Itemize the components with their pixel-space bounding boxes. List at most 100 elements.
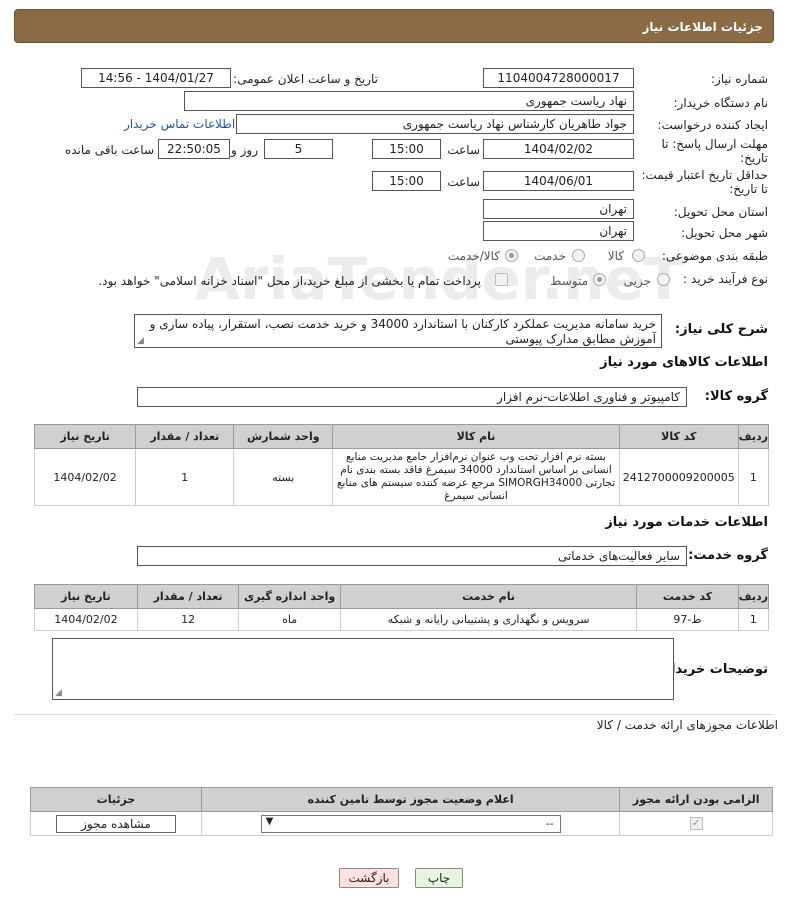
- province-field: تهران: [483, 199, 634, 219]
- treasury-checkbox[interactable]: [495, 273, 508, 286]
- price-validity-time-field: 15:00: [372, 171, 441, 191]
- remaining-time-field: 22:50:05: [158, 139, 230, 159]
- city-field: تهران: [483, 221, 634, 241]
- buyer-org-field: نهاد ریاست جمهوری: [184, 91, 634, 111]
- requester-field: جواد طاهریان کارشناس نهاد ریاست جمهوری: [236, 114, 634, 134]
- table-row: 1 2412700009200005 بسته نرم افزار تحت وب…: [33, 448, 770, 506]
- licenses-col-status: اعلام وضعیت مجوز توسط تامین کننده: [200, 787, 621, 812]
- table-row: 1 ط-97 سرویس و نگهداری و پشتیبانی رایانه…: [34, 608, 770, 631]
- licenses-required-cell: ✓: [619, 811, 773, 836]
- process-radio-minor[interactable]: [657, 273, 670, 286]
- services-col-qty: تعداد / مقدار: [136, 584, 240, 609]
- goods-cell-name: بسته نرم افزار تحت وب عنوان نرم‌افزار جا…: [332, 448, 620, 506]
- licenses-status-cell: -- ▼: [200, 811, 621, 836]
- need-number-label: شماره نیاز:: [711, 72, 768, 86]
- services-cell-name: سرویس و نگهداری و پشتیبانی رایانه و شبکه: [339, 608, 638, 631]
- services-section-title: اطلاعات خدمات مورد نیاز: [605, 515, 768, 530]
- goods-col-date: تاریخ نیاز: [33, 424, 137, 449]
- services-col-date: تاریخ نیاز: [34, 584, 138, 609]
- category-label: طبقه بندی موضوعی:: [661, 249, 768, 263]
- description-label: شرح کلی نیاز:: [674, 322, 768, 337]
- price-validity-time-label: ساعت: [447, 175, 480, 189]
- description-text: خرید سامانه مدیریت عملکرد کارکنان با است…: [149, 317, 656, 346]
- reply-deadline-label-2: تاریخ:: [740, 151, 768, 165]
- buyer-notes-label: توضیحات خریدار:: [658, 662, 768, 677]
- license-status-select[interactable]: -- ▼: [260, 814, 561, 833]
- reply-deadline-label: مهلت ارسال پاسخ: تا: [661, 137, 768, 151]
- category-option-service: خدمت: [534, 249, 566, 263]
- goods-cell-qty: 1: [135, 448, 235, 506]
- goods-cell-date: 1404/02/02: [33, 448, 137, 506]
- city-label: شهر محل تحویل:: [681, 226, 768, 240]
- goods-cell-code: 2412700009200005: [618, 448, 739, 506]
- price-validity-date-field: 1404/06/01: [483, 171, 634, 191]
- province-label: استان محل تحویل:: [673, 205, 768, 219]
- services-col-row: ردیف: [737, 584, 770, 609]
- process-option-minor: جزیی: [623, 274, 651, 288]
- check-icon: ✓: [689, 817, 703, 831]
- licenses-col-details: جزئیات: [30, 787, 202, 812]
- goods-table-header: ردیف کد کالا نام کالا واحد شمارش تعداد /…: [33, 424, 770, 449]
- print-button[interactable]: چاپ: [415, 868, 463, 888]
- buyer-contact-link[interactable]: اطلاعات تماس خریدار: [124, 117, 235, 131]
- announce-datetime-label: تاریخ و ساعت اعلان عمومی:: [233, 72, 378, 86]
- services-col-unit: واحد اندازه گیری: [238, 584, 341, 609]
- services-cell-qty: 12: [136, 608, 240, 631]
- category-option-goods-service: کالا/خدمت: [447, 249, 500, 263]
- process-option-medium: متوسط: [550, 274, 588, 288]
- goods-table: ردیف کد کالا نام کالا واحد شمارش تعداد /…: [33, 424, 770, 506]
- licenses-title: اطلاعات مجوزهای ارائه خدمت / کالا: [596, 718, 778, 732]
- services-col-name: نام خدمت: [339, 584, 638, 609]
- services-group-label: گروه خدمت:: [688, 548, 768, 563]
- licenses-col-required: الزامی بودن ارائه مجوز: [619, 787, 773, 812]
- services-cell-date: 1404/02/02: [34, 608, 138, 631]
- days-label: روز و: [231, 143, 258, 157]
- services-cell-unit: ماه: [238, 608, 341, 631]
- goods-group-label: گروه کالا:: [704, 389, 768, 404]
- licenses-table: الزامی بودن ارائه مجوز اعلام وضعیت مجوز …: [30, 787, 773, 836]
- process-type-label: نوع فرآیند خرید :: [683, 272, 768, 286]
- buyer-org-label: نام دستگاه خریدار:: [673, 96, 769, 110]
- services-col-code: کد خدمت: [636, 584, 739, 609]
- resize-grip-icon[interactable]: ◢: [137, 337, 144, 346]
- panel-title: جزئیات اطلاعات نیاز: [642, 20, 763, 34]
- reply-time-label: ساعت: [447, 143, 480, 157]
- goods-group-field: کامپیوتر و فناوری اطلاعات-نرم افزار: [137, 387, 687, 407]
- goods-col-code: کد کالا: [618, 424, 739, 449]
- category-radio-service[interactable]: [572, 249, 585, 262]
- requester-label: ایجاد کننده درخواست:: [657, 118, 768, 132]
- services-table-header: ردیف کد خدمت نام خدمت واحد اندازه گیری ت…: [34, 584, 770, 609]
- table-row: ✓ -- ▼ مشاهده مجوز: [30, 811, 773, 836]
- resize-grip-icon[interactable]: ◢: [55, 689, 62, 698]
- view-license-button[interactable]: مشاهده مجوز: [55, 814, 176, 833]
- category-option-goods: کالا: [607, 249, 624, 263]
- chevron-down-icon: ▼: [265, 815, 274, 827]
- goods-cell-row: 1: [737, 448, 770, 506]
- category-radio-goods-service[interactable]: [505, 249, 518, 262]
- price-validity-label: حداقل تاریخ اعتبار قیمت:: [641, 168, 768, 182]
- services-cell-row: 1: [737, 608, 770, 631]
- licenses-table-header: الزامی بودن ارائه مجوز اعلام وضعیت مجوز …: [30, 787, 773, 812]
- goods-section-title: اطلاعات کالاهای مورد نیاز: [600, 355, 768, 370]
- process-radio-medium[interactable]: [593, 273, 606, 286]
- reply-time-field: 15:00: [372, 139, 441, 159]
- reply-date-field: 1404/02/02: [483, 139, 634, 159]
- goods-col-row: ردیف: [737, 424, 770, 449]
- license-status-value: --: [545, 816, 554, 830]
- price-validity-label-2: تا تاریخ:: [729, 182, 768, 196]
- goods-col-name: نام کالا: [332, 424, 620, 449]
- services-cell-code: ط-97: [636, 608, 739, 631]
- description-textarea[interactable]: خرید سامانه مدیریت عملکرد کارکنان با است…: [134, 314, 662, 348]
- back-button[interactable]: بازگشت: [339, 868, 399, 888]
- panel-header: جزئیات اطلاعات نیاز: [14, 9, 774, 43]
- need-number-field: 1104004728000017: [483, 68, 634, 88]
- goods-col-qty: تعداد / مقدار: [135, 424, 235, 449]
- goods-col-unit: واحد شمارش: [233, 424, 334, 449]
- services-group-field: سایر فعالیت‌های خدماتی: [137, 546, 687, 566]
- divider: [14, 714, 774, 715]
- licenses-details-cell: مشاهده مجوز: [30, 811, 202, 836]
- services-table: ردیف کد خدمت نام خدمت واحد اندازه گیری ت…: [34, 584, 770, 631]
- goods-cell-unit: بسته: [233, 448, 334, 506]
- buyer-notes-textarea[interactable]: ◢: [52, 638, 674, 700]
- category-radio-goods[interactable]: [632, 249, 645, 262]
